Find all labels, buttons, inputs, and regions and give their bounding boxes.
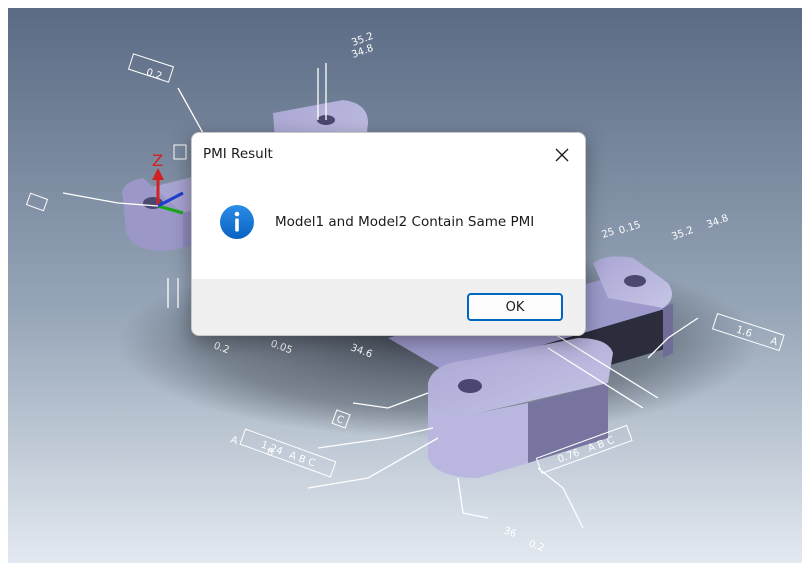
dialog-body: Model1 and Model2 Contain Same PMI [192,177,585,279]
info-icon [220,205,254,239]
dialog-title: PMI Result [203,146,273,162]
dialog-footer: OK [192,279,585,335]
dialog-message: Model1 and Model2 Contain Same PMI [275,214,535,230]
ok-button[interactable]: OK [467,293,563,321]
pmi-result-dialog: PMI Result Model1 and Model2 Contain Sam… [191,132,586,336]
3d-viewport[interactable]: Z 35.2 34.8 0.2 25 0.15 35.2 34.8 1.6 A … [8,8,802,563]
dialog-titlebar[interactable]: PMI Result [192,133,585,177]
close-button[interactable] [547,141,577,169]
close-icon [555,148,569,162]
axis-z-label: Z [152,151,163,170]
